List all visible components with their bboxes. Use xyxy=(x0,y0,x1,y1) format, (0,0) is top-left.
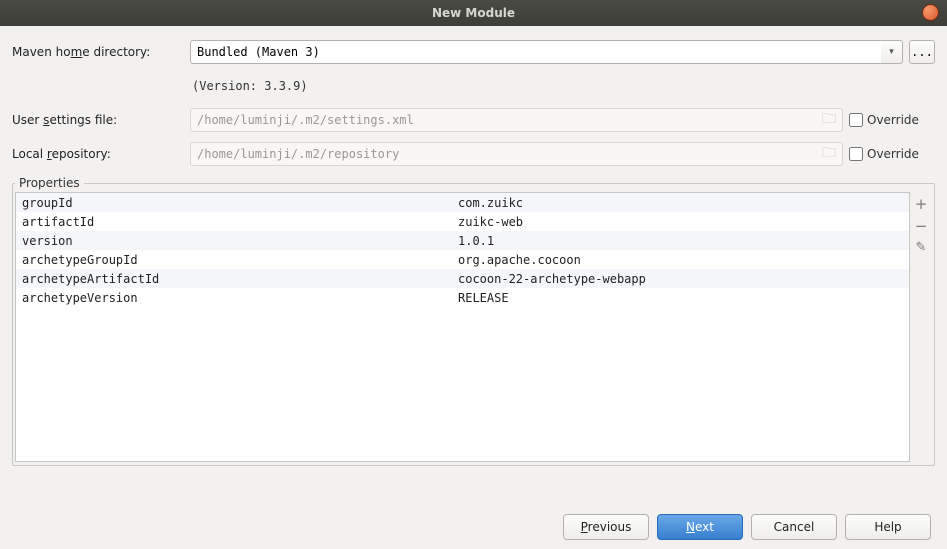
maven-home-select[interactable]: Bundled (Maven 3) ▾ xyxy=(190,40,903,64)
properties-table[interactable]: groupId com.zuikc artifactId zuikc-web v… xyxy=(15,192,910,462)
table-row[interactable]: artifactId zuikc-web xyxy=(16,212,909,231)
local-repo-value: /home/luminji/.m2/repository xyxy=(197,147,399,161)
remove-icon[interactable]: − xyxy=(915,218,928,234)
maven-version-text: (Version: 3.3.9) xyxy=(192,79,308,93)
dialog-footer: Previous Next Cancel Help xyxy=(563,514,931,540)
maven-home-label: Maven home directory: xyxy=(12,45,190,59)
table-row[interactable]: version 1.0.1 xyxy=(16,231,909,250)
cancel-button[interactable]: Cancel xyxy=(751,514,837,540)
override-local-repo-checkbox[interactable] xyxy=(849,147,863,161)
window-title: New Module xyxy=(432,6,515,20)
table-row[interactable]: groupId com.zuikc xyxy=(16,193,909,212)
user-settings-input[interactable]: /home/luminji/.m2/settings.xml 🗀 xyxy=(190,108,843,132)
local-repo-input[interactable]: /home/luminji/.m2/repository 🗀 xyxy=(190,142,843,166)
chevron-down-icon[interactable]: ▾ xyxy=(881,40,903,64)
previous-button[interactable]: Previous xyxy=(563,514,649,540)
user-settings-row: User settings file: /home/luminji/.m2/se… xyxy=(12,108,935,132)
override-user-settings[interactable]: Override xyxy=(849,113,935,127)
folder-icon[interactable]: 🗀 xyxy=(822,142,836,166)
properties-toolbar: + − ✎ xyxy=(910,192,932,462)
override-user-settings-checkbox[interactable] xyxy=(849,113,863,127)
help-button[interactable]: Help xyxy=(845,514,931,540)
properties-fieldset: Properties groupId com.zuikc artifactId … xyxy=(12,176,935,466)
user-settings-label: User settings file: xyxy=(12,113,190,127)
dialog-content: Maven home directory: Bundled (Maven 3) … xyxy=(0,26,947,472)
override-local-repo[interactable]: Override xyxy=(849,147,935,161)
user-settings-value: /home/luminji/.m2/settings.xml xyxy=(197,113,414,127)
edit-icon[interactable]: ✎ xyxy=(916,240,927,256)
browse-maven-home-button[interactable]: ... xyxy=(909,40,935,64)
folder-icon[interactable]: 🗀 xyxy=(822,108,836,132)
table-row[interactable]: archetypeGroupId org.apache.cocoon xyxy=(16,250,909,269)
maven-home-value: Bundled (Maven 3) xyxy=(197,45,320,59)
close-icon[interactable] xyxy=(922,4,939,21)
maven-home-row: Maven home directory: Bundled (Maven 3) … xyxy=(12,40,935,64)
table-row[interactable]: archetypeVersion RELEASE xyxy=(16,288,909,307)
titlebar: New Module xyxy=(0,0,947,26)
properties-legend: Properties xyxy=(15,176,84,190)
local-repo-row: Local repository: /home/luminji/.m2/repo… xyxy=(12,142,935,166)
add-icon[interactable]: + xyxy=(915,196,928,212)
next-button[interactable]: Next xyxy=(657,514,743,540)
table-row[interactable]: archetypeArtifactId cocoon-22-archetype-… xyxy=(16,269,909,288)
maven-version-row: (Version: 3.3.9) xyxy=(12,74,935,98)
local-repo-label: Local repository: xyxy=(12,147,190,161)
